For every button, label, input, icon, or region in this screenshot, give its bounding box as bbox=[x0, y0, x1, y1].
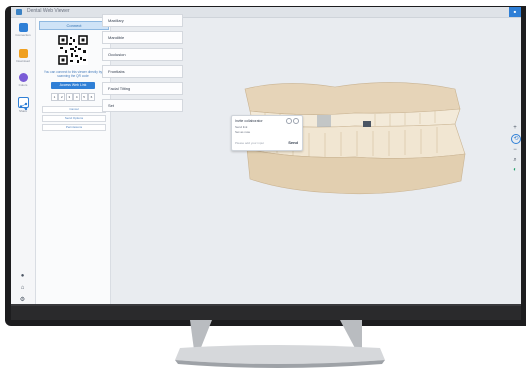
access-link-button[interactable]: Access Web Link bbox=[51, 82, 95, 89]
qr-code bbox=[58, 35, 88, 65]
sidebar-item-label: Share bbox=[18, 109, 27, 113]
sidebar-item-label: Colors bbox=[18, 83, 28, 87]
pin-digit[interactable]: 5 bbox=[80, 93, 88, 101]
sidebar-item-connection[interactable]: Connection bbox=[14, 23, 32, 47]
connection-icon bbox=[18, 23, 28, 32]
info-icon[interactable]: ● bbox=[19, 273, 26, 280]
bezel-edge bbox=[11, 304, 521, 306]
left-sidebar: Connection Download Colors Share ● ⌂ ⚙ bbox=[11, 18, 36, 304]
cancel-button[interactable]: Cancel bbox=[42, 106, 106, 113]
invite-popup: Invite collaborator Send link Set as not… bbox=[231, 115, 303, 151]
popup-send-link[interactable]: Send link bbox=[235, 125, 247, 129]
monitor-bezel bbox=[11, 304, 521, 320]
pin-code: 1 2 3 4 5 6 bbox=[51, 93, 95, 101]
folder-icon bbox=[18, 49, 28, 58]
send-options-button[interactable]: Send Options bbox=[42, 115, 106, 122]
title-bar: Dental Web Viewer ■ bbox=[11, 7, 521, 18]
pin-digit[interactable]: 2 bbox=[58, 93, 66, 101]
permissions-button[interactable]: Permissions bbox=[42, 124, 106, 131]
popup-input[interactable]: Please add your input bbox=[235, 141, 264, 145]
send-button[interactable]: Send bbox=[288, 140, 298, 145]
popup-set-note[interactable]: Set as note bbox=[235, 130, 250, 134]
pin-icon[interactable] bbox=[286, 118, 292, 124]
view-item-mandible[interactable]: Mandible bbox=[102, 31, 183, 44]
app-screen: Dental Web Viewer ■ Connection Download … bbox=[11, 7, 521, 304]
sidebar-item-colors[interactable]: Colors bbox=[14, 73, 32, 97]
view-item-occlusion[interactable]: Occlusion bbox=[102, 48, 183, 61]
sidebar-item-share[interactable]: Share bbox=[14, 97, 32, 121]
view-item-set[interactable]: Set bbox=[102, 99, 183, 112]
tab-connect[interactable]: Connect bbox=[39, 21, 109, 30]
app-icon bbox=[16, 9, 22, 15]
rotate-icon[interactable]: ⟲ bbox=[511, 134, 521, 144]
sidebar-item-label: Connection bbox=[15, 33, 31, 37]
view-item-facial-tilting[interactable]: Facial Tilting bbox=[102, 82, 183, 95]
sidebar-item-label: Download bbox=[16, 59, 30, 63]
pin-digit[interactable]: 6 bbox=[87, 93, 95, 101]
pin-digit[interactable]: 1 bbox=[51, 93, 58, 101]
view-item-maxillary[interactable]: Maxillary bbox=[102, 14, 183, 27]
connect-hint-2: scanning the QR code bbox=[57, 74, 89, 78]
zoom-icon[interactable]: ⌕ bbox=[511, 156, 519, 164]
close-icon[interactable] bbox=[293, 118, 299, 124]
sidebar-item-download[interactable]: Download bbox=[14, 49, 32, 73]
window-title: Dental Web Viewer bbox=[27, 8, 70, 14]
add-icon[interactable]: + bbox=[511, 124, 519, 132]
home-icon[interactable]: ⌂ bbox=[19, 285, 26, 292]
monitor-stand bbox=[175, 320, 385, 368]
pin-digit[interactable]: 3 bbox=[65, 93, 73, 101]
view-toolbar: + ⟲ − ⌕ ◐ bbox=[511, 124, 521, 176]
popup-title: Invite collaborator bbox=[235, 119, 263, 123]
color-icon[interactable]: ◐ bbox=[511, 166, 519, 174]
connect-panel: Connect You can connect to this viewer d… bbox=[36, 18, 111, 304]
view-item-frontlabs[interactable]: Frontlabs bbox=[102, 65, 183, 78]
window-control-button[interactable]: ■ bbox=[509, 7, 521, 17]
palette-icon bbox=[18, 73, 28, 82]
gear-icon[interactable]: ⚙ bbox=[19, 297, 26, 304]
view-list: Maxillary Mandible Occlusion Frontlabs F… bbox=[102, 14, 183, 116]
share-icon bbox=[17, 97, 29, 111]
zoom-out-icon[interactable]: − bbox=[511, 146, 519, 154]
pin-digit[interactable]: 4 bbox=[73, 93, 81, 101]
